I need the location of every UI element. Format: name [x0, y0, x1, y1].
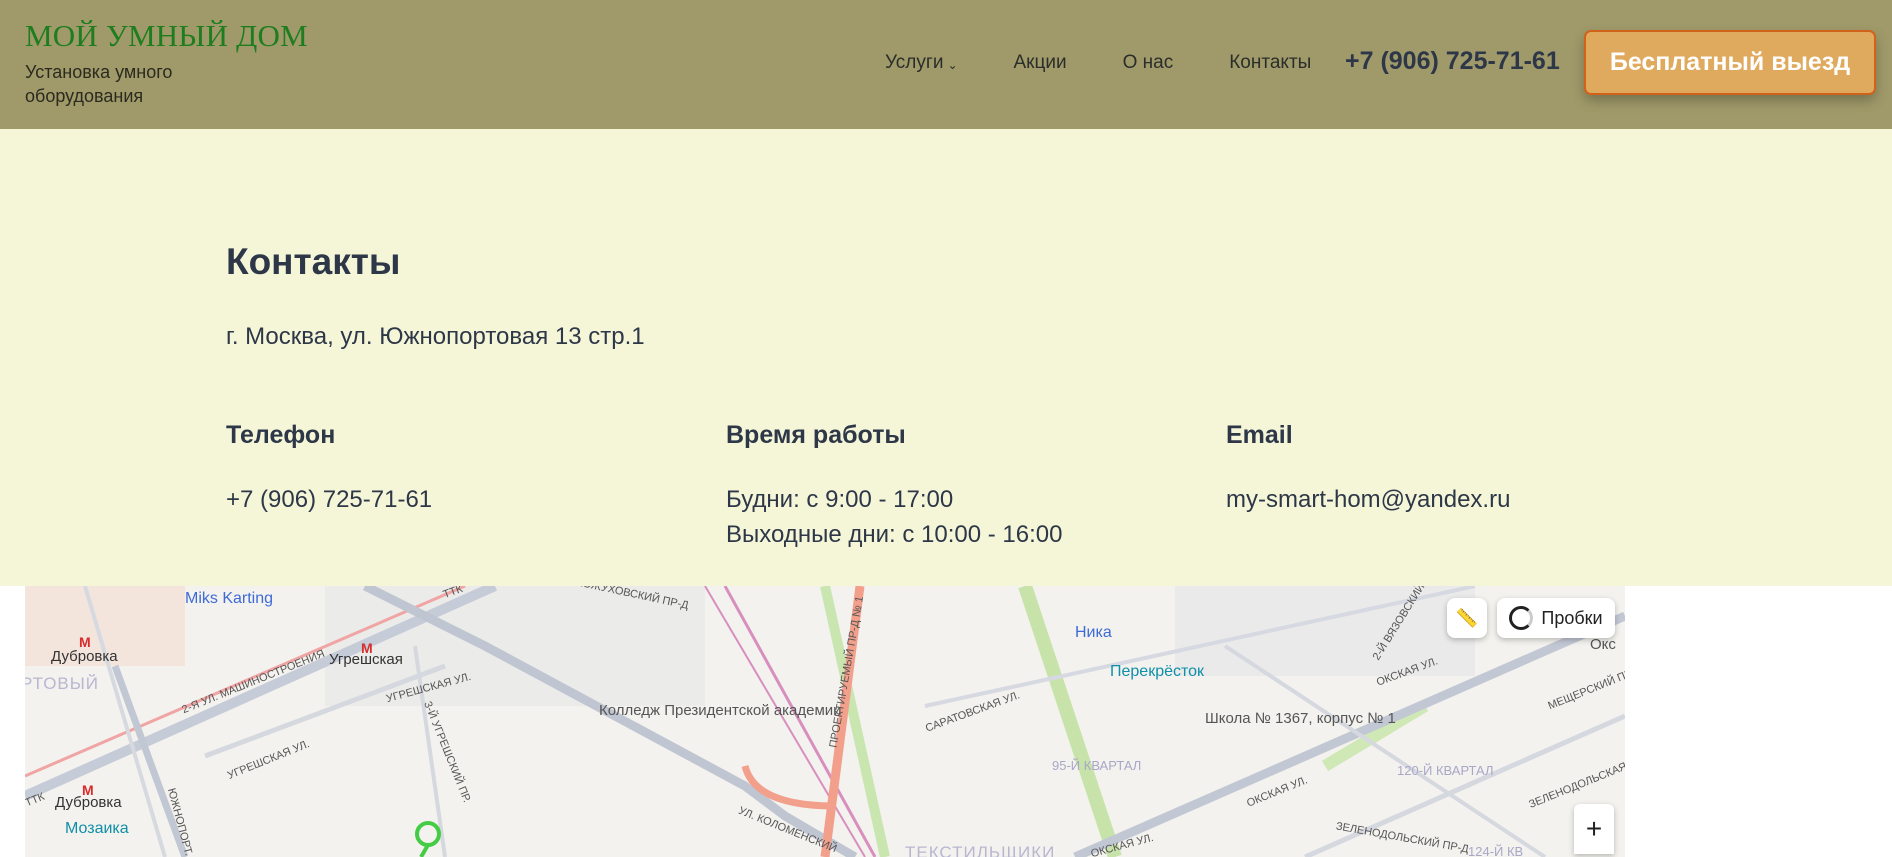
brand-title[interactable]: МОЙ УМНЫЙ ДОМ: [25, 18, 308, 54]
traffic-ring-icon: [1509, 606, 1534, 630]
zoom-in-button[interactable]: +: [1574, 804, 1614, 854]
map-label-college[interactable]: Колледж Президентской академии: [599, 703, 842, 719]
hours-weekdays: Будни: с 9:00 - 17:00: [726, 486, 954, 513]
map-label-school[interactable]: Школа № 1367, корпус № 1: [1205, 711, 1396, 727]
phone-block: Телефон +7 (906) 725-71-61: [226, 421, 432, 517]
ruler-icon[interactable]: 📏: [1447, 598, 1487, 638]
nav-item-label: О нас: [1122, 52, 1174, 73]
nav-item-label: Акции: [1013, 52, 1067, 73]
map-label-perekrestok[interactable]: Перекрёсток: [1110, 663, 1204, 681]
email-block: Email my-smart-hom@yandex.ru: [1226, 421, 1510, 517]
email-value[interactable]: my-smart-hom@yandex.ru: [1226, 482, 1510, 517]
hours-block: Время работы Будни: с 9:00 - 17:00 Выход…: [726, 421, 1062, 552]
map-label-nika[interactable]: Ника: [1075, 624, 1112, 642]
contacts-section: Контакты г. Москва, ул. Южнопортовая 13 …: [0, 129, 1892, 586]
traffic-label: Пробки: [1541, 607, 1603, 628]
nav-item-about[interactable]: О нас: [1123, 52, 1174, 74]
map-label-district: 124-Й КВ: [1468, 844, 1524, 857]
traffic-button[interactable]: Пробки: [1497, 598, 1615, 638]
map-label-district: ТЕКСТИЛЬЩИКИ: [905, 843, 1056, 857]
brand[interactable]: МОЙ УМНЫЙ ДОМ Установка умного оборудова…: [25, 18, 308, 108]
chevron-down-icon: ⌄: [947, 57, 958, 72]
main-nav: Услуги ⌄ Акции О нас Контакты: [885, 50, 1349, 76]
nav-item-contacts[interactable]: Контакты: [1229, 52, 1311, 74]
map-label-district: 95-Й КВАРТАЛ: [1052, 758, 1142, 773]
phone-heading: Телефон: [226, 421, 336, 449]
map-label-oks: Окс: [1590, 636, 1616, 653]
site-header: МОЙ УМНЫЙ ДОМ Установка умного оборудова…: [0, 0, 1892, 129]
map-label-dubrovka-2[interactable]: Дубровка: [55, 794, 122, 811]
map-label-dubrovka[interactable]: Дубровка: [51, 648, 118, 665]
map-label-district: 120-Й КВАРТАЛ: [1397, 763, 1494, 778]
email-heading: Email: [1226, 421, 1293, 449]
hours-weekend: Выходные дни: с 10:00 - 16:00: [726, 521, 1063, 548]
free-visit-button[interactable]: Бесплатный выезд: [1584, 30, 1876, 95]
map-label-mozaika[interactable]: Мозаика: [65, 820, 129, 838]
page-title: Контакты: [226, 241, 401, 282]
nav-item-label: Контакты: [1229, 52, 1312, 73]
nav-item-services[interactable]: Услуги ⌄: [885, 52, 958, 74]
nav-item-promotions[interactable]: Акции: [1014, 52, 1067, 74]
map[interactable]: Miks Karting M Дубровка M Угрешская РТОВ…: [25, 586, 1625, 857]
map-label-district: РТОВЫЙ: [25, 674, 100, 693]
brand-subtitle: Установка умного оборудования: [25, 62, 173, 106]
map-label-miks-karting[interactable]: Miks Karting: [185, 590, 273, 608]
address: г. Москва, ул. Южнопортовая 13 стр.1: [226, 323, 645, 350]
phone-value[interactable]: +7 (906) 725-71-61: [226, 482, 432, 517]
hours-heading: Время работы: [726, 421, 906, 449]
nav-item-label: Услуги: [885, 52, 944, 73]
map-label-ugreshskaya[interactable]: Угрешская: [329, 651, 403, 668]
header-phone[interactable]: +7 (906) 725-71-61: [1345, 47, 1560, 76]
